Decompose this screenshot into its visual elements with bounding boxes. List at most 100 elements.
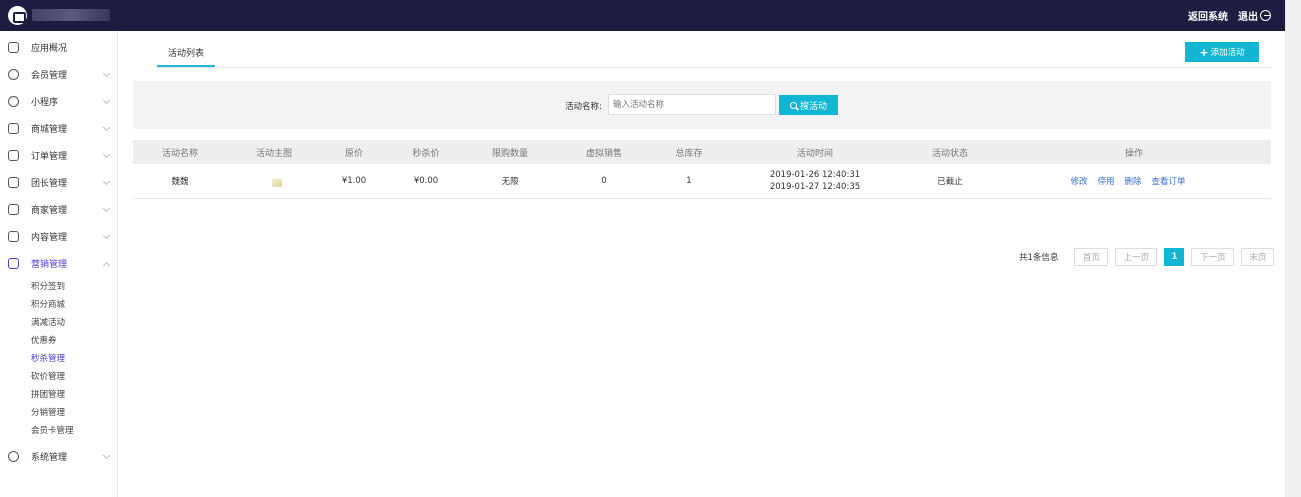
chevron-down-icon [102,177,111,186]
sidebar-item-label: 系统管理 [31,453,68,463]
tab-divider [157,67,1271,68]
cart-icon [8,123,19,134]
row-actions: 修改 停用 删除 查看订单 [1070,164,1185,198]
sidebar-item-system[interactable]: 系统管理 [0,443,117,470]
column-header: 秒杀价 [412,148,440,159]
sidebar-item-merchants[interactable]: 商家管理 [0,196,117,223]
store-icon [8,204,19,215]
search-panel: 活动名称: 搜活动 [133,81,1271,129]
column-header: 总库存 [675,148,703,159]
column-header: 限购数量 [491,148,529,159]
submenu-member-card[interactable]: 会员卡管理 [0,421,117,439]
gear-icon [8,451,19,462]
chevron-down-icon [102,123,111,132]
sidebar-item-miniprogram[interactable]: 小程序 [0,88,117,115]
search-icon [789,101,797,109]
sidebar-item-overview[interactable]: 应用概况 [0,34,117,61]
submenu-discount[interactable]: 满减活动 [0,313,117,331]
time-start: 2019-01-26 12:40:31 [769,170,861,180]
delete-link[interactable]: 删除 [1125,175,1142,187]
grid-icon [8,42,19,53]
sidebar-item-leaders[interactable]: 团长管理 [0,169,117,196]
sidebar-item-orders[interactable]: 订单管理 [0,142,117,169]
submenu-seckill[interactable]: 秒杀管理 [0,349,117,367]
tab-activity-list[interactable]: 活动列表 [157,46,215,67]
content-icon [8,231,19,242]
sidebar: 应用概况 会员管理 小程序 商城管理 订单管理 团长管理 商家管理 内容管理 营… [0,31,118,497]
submenu-coupons[interactable]: 优惠券 [0,331,117,349]
return-system-link[interactable]: 返回系统 [1188,8,1228,23]
logout-label: 退出 [1238,12,1258,23]
submenu-group-buy[interactable]: 拼团管理 [0,385,117,403]
submenu-bargain[interactable]: 砍价管理 [0,367,117,385]
activity-name: 魏魏 [171,177,189,187]
logout-icon [1260,10,1271,21]
sidebar-item-label: 内容管理 [31,233,68,243]
activity-status: 已截止 [937,177,963,187]
column-header: 原价 [344,148,364,159]
edit-link[interactable]: 修改 [1070,175,1087,187]
activity-time: 2019-01-26 12:40:31 2019-01-27 12:40:35 [770,164,860,198]
add-activity-label: 添加活动 [1210,48,1245,58]
virtual-sales: 0 [601,176,607,186]
chevron-up-icon [102,261,111,270]
activity-image[interactable] [272,164,282,198]
pagination-info: 共1条信息 [1019,253,1059,263]
sidebar-item-members[interactable]: 会员管理 [0,61,117,88]
sidebar-item-mall[interactable]: 商城管理 [0,115,117,142]
original-price: ¥1.00 [341,176,367,186]
chart-icon [8,258,19,269]
tab-label: 活动列表 [167,49,204,59]
chevron-down-icon [102,96,111,105]
sidebar-item-label: 订单管理 [31,152,68,162]
submenu-points-mall[interactable]: 积分商城 [0,295,117,313]
sidebar-item-label: 会员管理 [31,71,68,81]
last-page-button[interactable]: 末页 [1241,248,1275,266]
chevron-down-icon [102,204,111,213]
chevron-down-icon [102,69,111,78]
prev-page-button[interactable]: 上一页 [1115,248,1158,266]
search-button-label: 搜活动 [799,101,827,112]
page-scrollbar[interactable] [1285,0,1301,497]
sidebar-item-label: 团长管理 [31,179,68,189]
top-bar: 返回系统 退出 [0,0,1285,31]
column-header: 活动状态 [931,148,969,159]
search-input[interactable] [608,94,776,115]
column-header: 虚拟销售 [585,148,623,159]
table-header: 活动名称 活动主图 原价 秒杀价 限购数量 虚拟销售 总库存 活动时间 活动状态… [133,140,1271,164]
view-orders-link[interactable]: 查看订单 [1152,175,1186,187]
add-activity-button[interactable]: + 添加活动 [1185,42,1259,62]
logo-icon [8,6,27,25]
disable-link[interactable]: 停用 [1097,175,1114,187]
column-header: 操作 [1124,148,1144,159]
miniprogram-icon [8,96,19,107]
time-end: 2019-01-27 12:40:35 [769,182,861,192]
sidebar-item-label: 小程序 [31,98,59,108]
submenu-points-checkin[interactable]: 积分签到 [0,277,117,295]
thumbnail-image [272,179,282,187]
sidebar-item-label: 商城管理 [31,125,68,135]
search-button[interactable]: 搜活动 [779,95,838,115]
chevron-down-icon [102,231,111,240]
sidebar-item-marketing[interactable]: 营销管理 [0,250,117,277]
chevron-down-icon [102,150,111,159]
chevron-down-icon [102,451,111,460]
current-page-button[interactable]: 1 [1164,248,1185,266]
seckill-price: ¥0.00 [413,176,439,186]
sidebar-item-label: 营销管理 [31,260,68,270]
pagination: 共1条信息 首页 上一页 1 下一页 末页 [1019,248,1281,266]
next-page-button[interactable]: 下一页 [1191,248,1235,266]
logout-link[interactable]: 退出 [1238,8,1271,23]
blurred-account-name [32,9,110,21]
table-row: 魏魏 ¥1.00 ¥0.00 无限 0 1 2019-01-26 12:40:3… [133,164,1271,199]
user-icon [8,69,19,80]
crown-icon [8,177,19,188]
column-header: 活动主图 [255,148,293,159]
sidebar-item-label: 应用概况 [31,44,68,54]
search-label: 活动名称: [565,102,602,112]
plus-icon: + [1199,45,1209,59]
submenu-distribution[interactable]: 分销管理 [0,403,117,421]
first-page-button[interactable]: 首页 [1074,248,1109,266]
sidebar-item-label: 商家管理 [31,206,68,216]
sidebar-item-content[interactable]: 内容管理 [0,223,117,250]
